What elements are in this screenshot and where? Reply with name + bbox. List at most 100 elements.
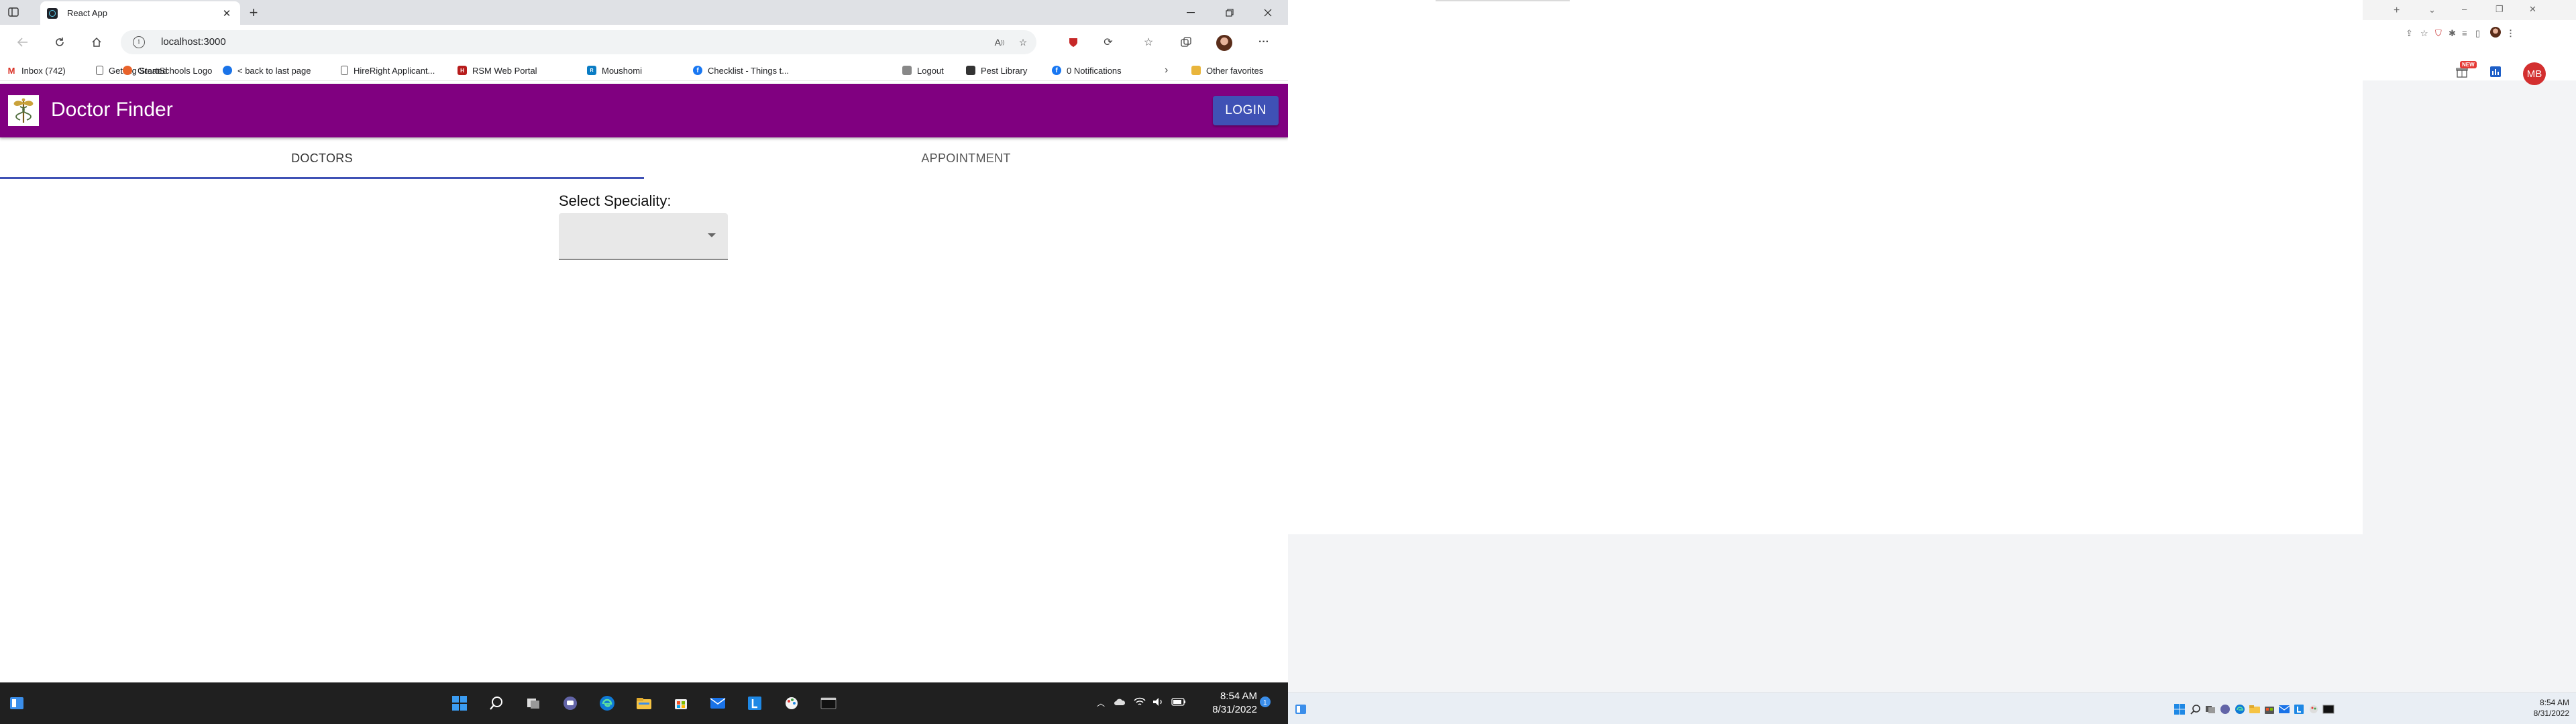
right-start-icon[interactable]	[2171, 701, 2188, 718]
profile-avatar[interactable]	[1216, 35, 1232, 51]
right-sidepanel-icon[interactable]: ▯	[2475, 28, 2480, 39]
show-hidden-icons-chevron-icon[interactable]: ︿	[1097, 697, 1105, 709]
search-icon[interactable]	[485, 692, 508, 715]
browser-tab[interactable]: React App ✕	[40, 1, 240, 25]
right-tab-dropdown-icon[interactable]: ⌄	[2428, 5, 2436, 15]
svg-text:1: 1	[1263, 699, 1267, 707]
app-tabs: DOCTORS APPOINTMENT	[0, 137, 1288, 179]
volume-icon[interactable]	[1152, 697, 1165, 710]
favorite-label: Pest Library	[981, 65, 1028, 76]
back-icon[interactable]	[13, 33, 32, 52]
favorites-icon[interactable]: ☆	[1140, 34, 1157, 50]
page-icon	[341, 66, 348, 75]
right-more-menu-icon[interactable]: ⋮	[2506, 28, 2515, 39]
right-terminal-icon[interactable]	[2320, 701, 2337, 718]
mail-icon[interactable]	[706, 692, 729, 715]
address-bar[interactable]: i localhost:3000 A)) ☆	[121, 30, 1036, 54]
sync-icon[interactable]: ⟳	[1100, 34, 1116, 50]
user-avatar[interactable]: MB	[2523, 62, 2546, 85]
right-close-window-icon[interactable]: ✕	[2529, 4, 2536, 15]
gmail-icon: M	[7, 65, 16, 76]
right-playlist-icon[interactable]: ≡	[2462, 28, 2467, 38]
extension-shield-icon[interactable]	[1065, 34, 1081, 50]
favorite-greatschools[interactable]: GreatSchools Logo	[123, 64, 212, 76]
browser-tab-strip: React App ✕ +	[0, 0, 1288, 25]
favorite-hireright[interactable]: HireRight Applicant...	[341, 64, 435, 76]
right-page-divider	[1436, 0, 1570, 1]
store-icon[interactable]	[669, 692, 692, 715]
favorite-inbox[interactable]: M Inbox (742)	[7, 64, 66, 76]
notification-center-icon[interactable]: 1	[1259, 696, 1271, 711]
restore-icon[interactable]	[1214, 0, 1245, 25]
bar-chart-icon[interactable]	[2488, 64, 2503, 79]
right-share-icon[interactable]: ⇪	[2406, 28, 2413, 39]
file-explorer-icon[interactable]	[633, 692, 655, 715]
read-aloud-icon[interactable]: A))	[993, 36, 1006, 49]
favorite-rsm[interactable]: H RSM Web Portal	[458, 64, 537, 76]
right-new-tab-button[interactable]: +	[2394, 5, 2400, 17]
favorite-pest-library[interactable]: Pest Library	[966, 64, 1027, 76]
speciality-select[interactable]	[559, 213, 728, 260]
wifi-icon[interactable]	[1134, 697, 1146, 710]
favorite-logout[interactable]: Logout	[902, 64, 944, 76]
add-favorite-icon[interactable]: ☆	[1016, 36, 1030, 49]
logout-icon	[966, 66, 975, 75]
right-bookmark-icon[interactable]: ☆	[2420, 28, 2428, 39]
new-badge: NEW	[2460, 61, 2477, 68]
right-profile-avatar[interactable]	[2490, 27, 2501, 38]
facebook-icon: f	[693, 66, 702, 75]
right-widgets-icon[interactable]	[1292, 701, 1309, 718]
favorites-overflow-chevron-icon[interactable]: ›	[1165, 64, 1168, 76]
refresh-icon[interactable]	[50, 33, 69, 52]
login-button[interactable]: LOGIN	[1213, 96, 1279, 125]
favorite-back-to-last-page[interactable]: < back to last page	[223, 64, 311, 76]
start-icon[interactable]	[448, 692, 471, 715]
battery-icon[interactable]	[1171, 697, 1186, 709]
tab-doctors[interactable]: DOCTORS	[0, 137, 644, 179]
more-menu-icon[interactable]: ···	[1256, 34, 1272, 50]
hireright-icon: H	[458, 66, 467, 75]
home-icon[interactable]	[87, 33, 106, 52]
favorite-notifications[interactable]: f 0 Notifications	[1052, 64, 1122, 76]
browser-toolbar: i localhost:3000 A)) ☆ ⟳ ☆ ···	[0, 25, 1288, 60]
other-favorites-folder[interactable]: Other favorites	[1191, 64, 1263, 76]
favorite-label: RSM Web Portal	[472, 65, 537, 76]
tab-actions-icon[interactable]	[5, 4, 21, 20]
edge-icon[interactable]	[596, 692, 619, 715]
lync-icon[interactable]	[743, 692, 766, 715]
site-info-icon[interactable]: i	[133, 36, 145, 48]
folder-icon	[1191, 66, 1201, 75]
favorite-checklist[interactable]: f Checklist - Things t...	[693, 64, 789, 76]
favorite-label: Moushomi	[602, 65, 642, 76]
right-shield-icon[interactable]: ⛉	[2435, 28, 2442, 39]
teams-chat-icon[interactable]	[559, 692, 582, 715]
minimize-icon[interactable]	[1175, 0, 1206, 25]
taskbar-date: 8/31/2022	[1212, 704, 1257, 715]
right-taskbar-clock[interactable]: 8:54 AM 8/31/2022	[2496, 697, 2569, 719]
dropdown-arrow-icon	[708, 233, 716, 237]
browser-tab-title: React App	[67, 8, 107, 18]
onedrive-cloud-icon[interactable]	[1114, 697, 1126, 709]
taskbar-clock[interactable]: 8:54 AM 8/31/2022	[1194, 690, 1257, 717]
favorite-label: < back to last page	[237, 65, 311, 76]
checklist-icon	[902, 66, 912, 75]
app-title: Doctor Finder	[51, 99, 173, 121]
new-tab-button[interactable]: +	[246, 4, 262, 21]
right-extensions-icon[interactable]: ✱	[2449, 28, 2456, 39]
widgets-icon[interactable]	[5, 692, 28, 715]
task-view-icon[interactable]	[522, 692, 545, 715]
favorites-bar: M Inbox (742) Getting Started GreatSchoo…	[0, 60, 1288, 81]
right-minimize-icon[interactable]: –	[2462, 4, 2467, 14]
favorite-moushomi[interactable]: R Moushomi	[587, 64, 642, 76]
close-tab-icon[interactable]: ✕	[220, 7, 233, 20]
active-tab-indicator	[0, 177, 644, 179]
globe-icon	[223, 66, 232, 75]
address-url[interactable]: localhost:3000	[161, 36, 226, 48]
tab-appointment[interactable]: APPOINTMENT	[644, 137, 1288, 179]
terminal-icon[interactable]	[817, 692, 840, 715]
right-restore-icon[interactable]: ❐	[2496, 4, 2504, 15]
collections-icon[interactable]	[1178, 34, 1194, 50]
right-taskbar-date: 8/31/2022	[2533, 709, 2569, 718]
paint-icon[interactable]	[780, 692, 803, 715]
close-window-icon[interactable]	[1252, 0, 1283, 25]
